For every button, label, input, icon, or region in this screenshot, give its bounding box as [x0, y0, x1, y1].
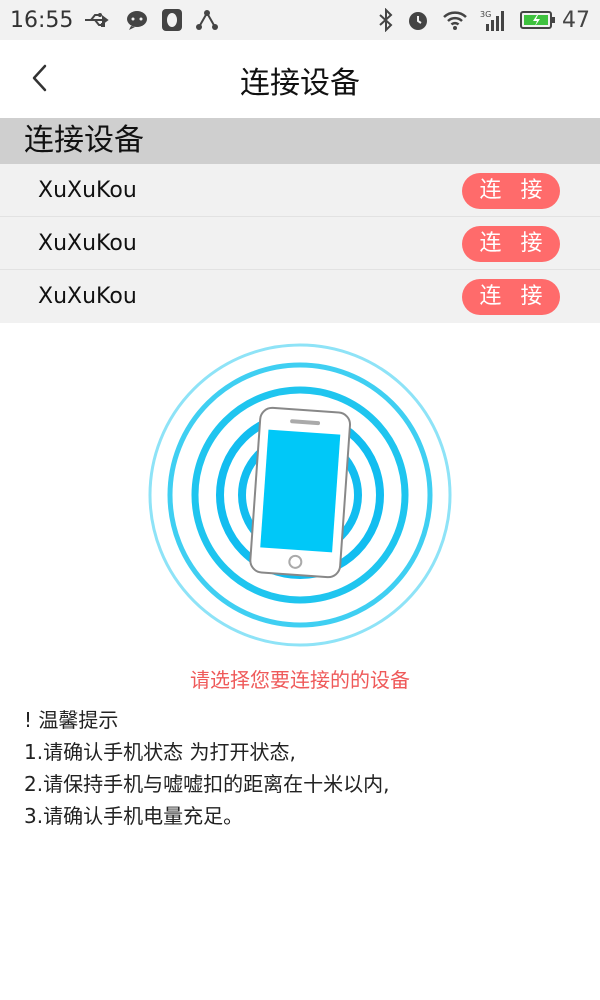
- select-device-prompt: 请选择您要连接的的设备: [190, 668, 410, 692]
- wifi-icon: [442, 5, 468, 35]
- tips-section: ! 温馨提示 1.请确认手机状态 为打开状态, 2.请保持手机与嘘嘘扣的距离在十…: [24, 704, 584, 832]
- svg-text:3G: 3G: [480, 10, 491, 19]
- connect-button[interactable]: 连 接: [462, 173, 560, 209]
- tip-item: 1.请确认手机状态 为打开状态,: [24, 740, 296, 764]
- chat-icon: [125, 5, 149, 35]
- battery-level: 47: [562, 7, 590, 33]
- list-item: XuXuKou 连 接: [0, 270, 600, 323]
- qq-icon: [161, 5, 183, 35]
- battery-icon: [520, 5, 556, 35]
- device-name: XuXuKou: [38, 284, 137, 309]
- list-item: XuXuKou 连 接: [0, 164, 600, 217]
- share-icon: [195, 5, 219, 35]
- usb-icon: [83, 5, 113, 35]
- connect-button[interactable]: 连 接: [462, 226, 560, 262]
- status-right: 3G 47: [378, 5, 590, 35]
- tip-item: 2.请保持手机与嘘嘘扣的距离在十米以内,: [24, 772, 390, 796]
- status-time: 16:55: [10, 7, 74, 33]
- section-title: 连接设备: [0, 118, 600, 164]
- phone-scan-illustration: [140, 340, 460, 650]
- list-item: XuXuKou 连 接: [0, 217, 600, 270]
- device-list: XuXuKou 连 接 XuXuKou 连 接 XuXuKou 连 接: [0, 164, 600, 323]
- device-name: XuXuKou: [38, 177, 137, 203]
- tips-title: ! 温馨提示: [24, 708, 119, 732]
- tip-item: 3.请确认手机电量充足。: [24, 804, 244, 828]
- connect-button[interactable]: 连 接: [462, 279, 560, 315]
- signal-icon: 3G: [480, 5, 508, 35]
- device-name: XuXuKou: [38, 230, 137, 256]
- page-title: 连接设备: [240, 66, 360, 101]
- alarm-icon: [406, 5, 430, 35]
- header: 连接设备: [0, 40, 600, 118]
- phone-icon: [249, 406, 352, 579]
- status-bar: 16:55 3G 47: [0, 0, 600, 40]
- bluetooth-icon: [378, 5, 394, 35]
